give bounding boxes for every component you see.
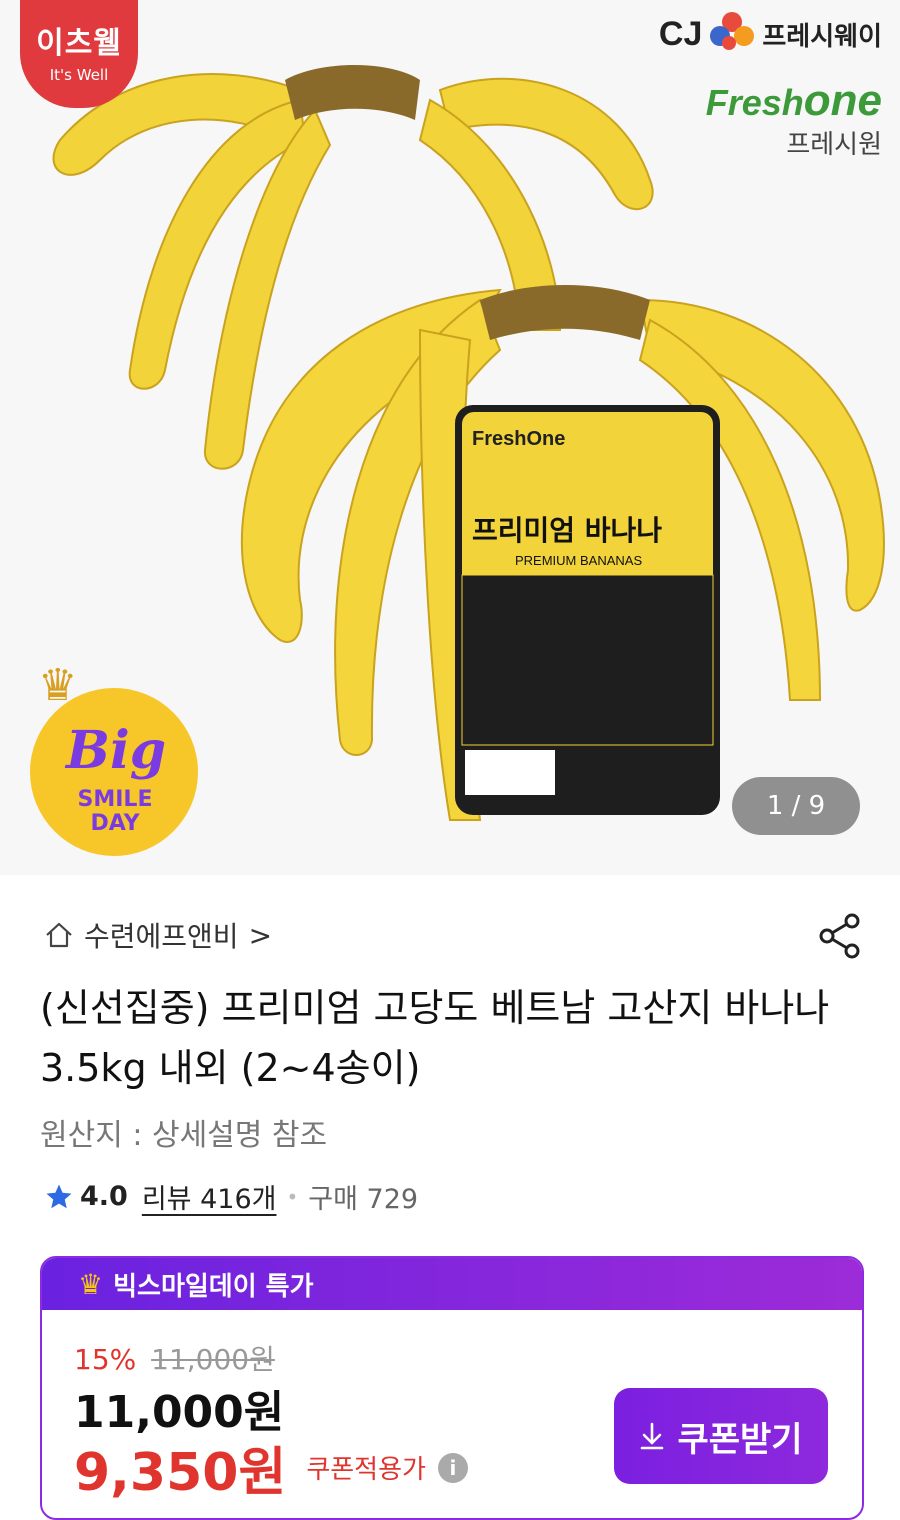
itswell-korean-text: 이츠웰 (36, 26, 122, 61)
badge-smile-word: SMILE (77, 787, 153, 812)
separator-dot: • (286, 1184, 299, 1209)
freshone-logo-part1: Fresh (705, 82, 804, 123)
get-coupon-button[interactable]: 쿠폰받기 (614, 1388, 828, 1484)
badge-big-text: Big (66, 720, 167, 781)
crown-icon: ♛ (78, 1267, 104, 1301)
coupon-price-row: 9,350원 쿠폰적용가 i (74, 1430, 468, 1505)
coupon-price: 9,350원 (74, 1443, 287, 1503)
badge-day-word: DAY (90, 811, 140, 836)
badge-smile-text: SMILE DAY (60, 788, 170, 836)
product-title: (신선집중) 프리미엄 고당도 베트남 고산지 바나나 3.5kg 내외 (2~… (40, 986, 830, 1090)
brand-logo-block: CJ 프레시웨이 Freshone 프레시원 (632, 12, 882, 161)
get-coupon-label: 쿠폰받기 (677, 1419, 803, 1460)
download-icon (641, 1422, 664, 1450)
info-icon[interactable]: i (437, 1452, 468, 1483)
rating-score: 4.0 (80, 1181, 128, 1212)
svg-text:PREMIUM BANANAS: PREMIUM BANANAS (515, 553, 642, 568)
purchase-count: 구매 729 (308, 1184, 419, 1215)
svg-text:프리미엄 바나나: 프리미엄 바나나 (472, 514, 662, 547)
freshone-korean-text: 프레시원 (786, 130, 882, 160)
svg-text:FreshOne: FreshOne (472, 428, 565, 450)
product-origin: 원산지 : 상세설명 참조 (40, 1118, 328, 1153)
itswell-badge: 이츠웰 It's Well (20, 0, 138, 108)
product-image-carousel[interactable]: FreshOne 프리미엄 바나나 PREMIUM BANANAS 이츠웰 It… (0, 0, 900, 875)
deal-box: ♛ 빅스마일데이 특가 15% 11,000원 11,000원 9,350원 쿠… (40, 1256, 864, 1520)
coupon-price-label: 쿠폰적용가 (306, 1455, 426, 1485)
review-count-link[interactable]: 리뷰 416개 (142, 1177, 277, 1216)
home-icon (46, 922, 72, 948)
itswell-english-text: It's Well (49, 66, 109, 84)
deal-header-text: 빅스마일데이 특가 (113, 1271, 314, 1302)
freshone-logo-part2: one (803, 76, 882, 125)
star-icon (46, 1184, 72, 1208)
discount-percent: 15% (74, 1343, 137, 1376)
chevron-right-icon: > (248, 918, 273, 952)
image-page-indicator: 1 / 9 (732, 777, 860, 835)
store-link[interactable]: 수련에프앤비 > (44, 915, 272, 955)
store-name: 수련에프앤비 (84, 920, 239, 953)
crown-icon: ♛ (38, 660, 78, 711)
freshone-logo: Freshone (632, 76, 882, 126)
share-icon[interactable] (818, 912, 862, 960)
deal-header: ♛ 빅스마일데이 특가 (42, 1258, 862, 1310)
original-price: 11,000원 (151, 1343, 275, 1376)
cj-freshway-text: 프레시웨이 (762, 21, 882, 52)
rating-row: 4.0 리뷰 416개 • 구매 729 (44, 1177, 418, 1216)
big-smile-day-badge: ♛ Big SMILE DAY (30, 660, 200, 856)
cj-logo-text: CJ (658, 14, 703, 53)
discount-line: 15% 11,000원 (74, 1338, 275, 1378)
cj-flower-icon (710, 12, 755, 56)
